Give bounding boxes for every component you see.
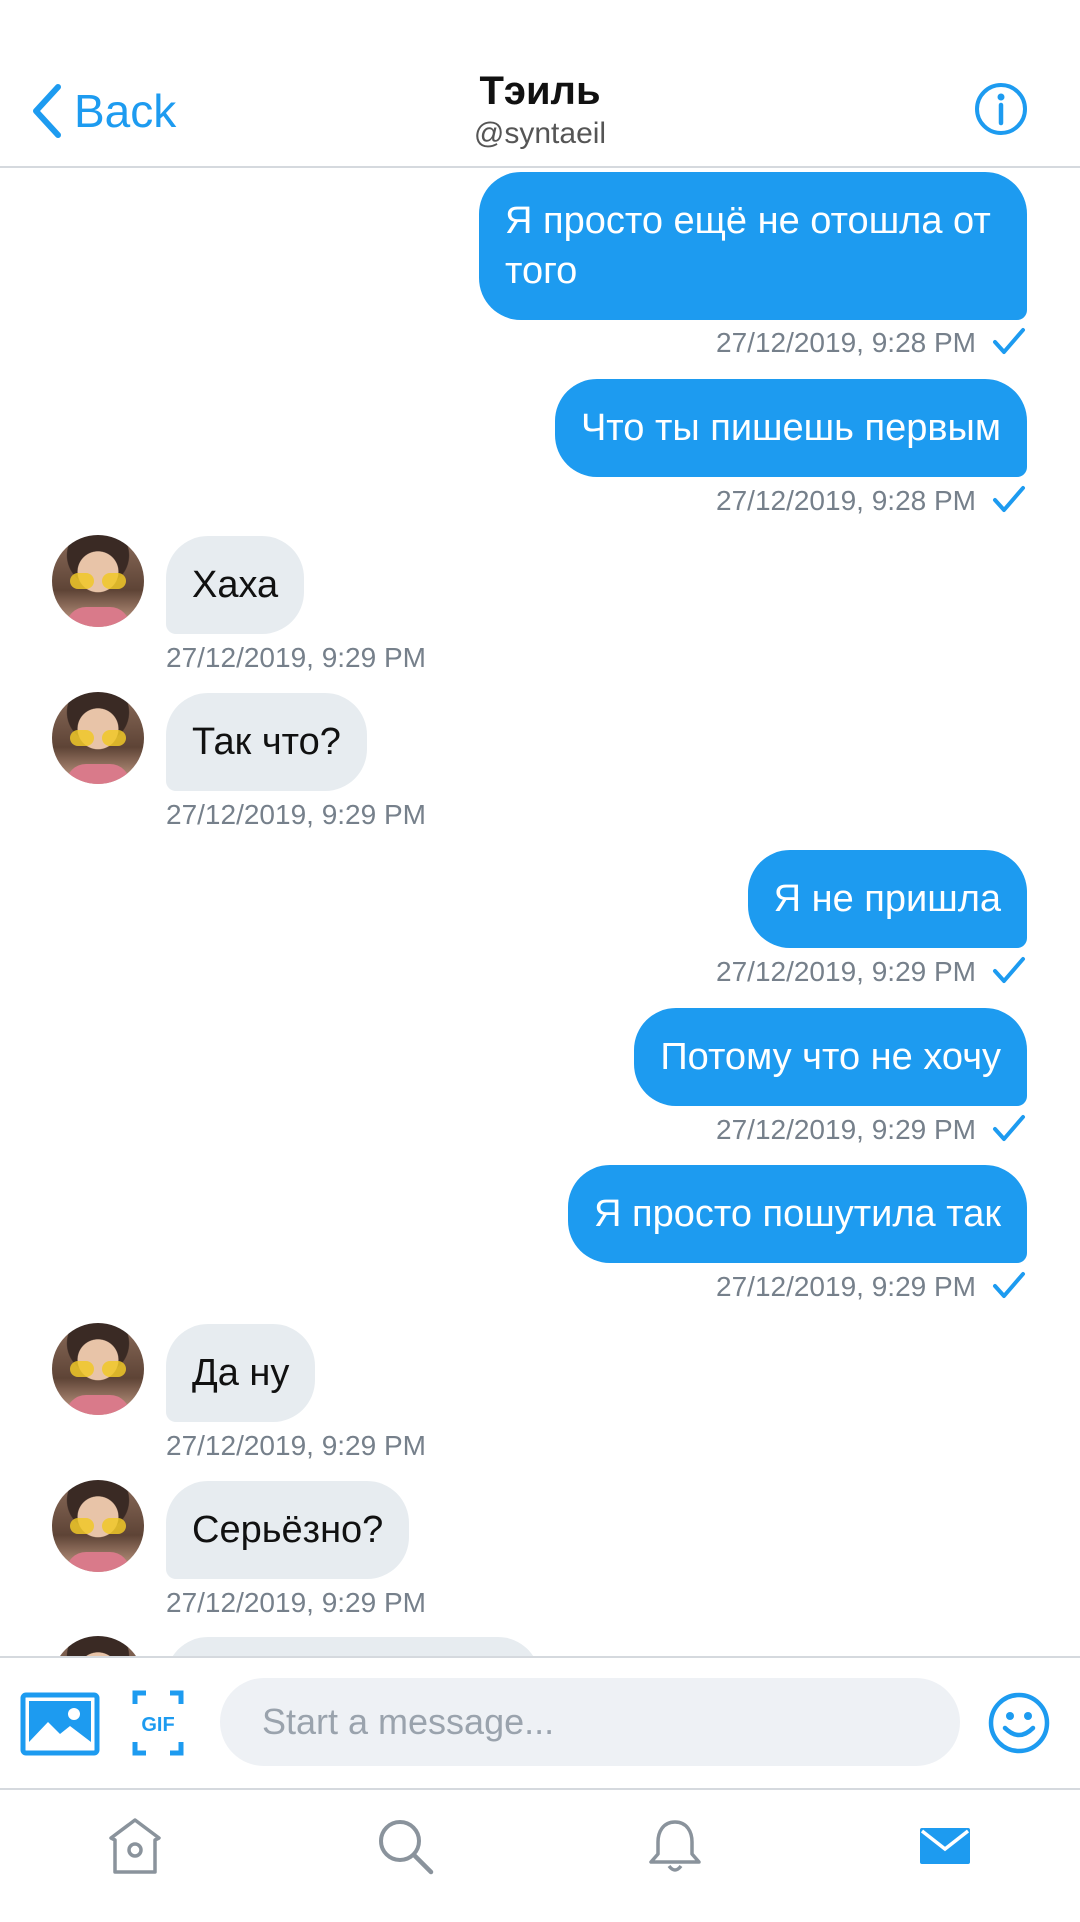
incoming-message-partial[interactable]	[166, 1637, 540, 1656]
message-timestamp: 27/12/2019, 9:29 PM	[716, 1271, 976, 1302]
tab-messages[interactable]	[915, 1816, 975, 1876]
message-timestamp: 27/12/2019, 9:29 PM	[166, 1430, 426, 1461]
smiley-icon[interactable]	[988, 1692, 1050, 1754]
message-timestamp: 27/12/2019, 9:29 PM	[166, 1587, 426, 1618]
search-icon	[379, 1820, 434, 1875]
checkmark-icon	[993, 1115, 1025, 1141]
incoming-message[interactable]: Серьёзно?	[166, 1481, 410, 1579]
outgoing-message[interactable]: Я просто пошутила так	[568, 1165, 1027, 1263]
message-timestamp: 27/12/2019, 9:28 PM	[716, 327, 976, 358]
avatar[interactable]	[52, 535, 144, 627]
avatar[interactable]	[52, 1636, 144, 1656]
avatar[interactable]	[52, 1480, 144, 1572]
tab-notifications[interactable]	[645, 1816, 705, 1876]
message-timestamp: 27/12/2019, 9:29 PM	[716, 956, 976, 987]
avatar[interactable]	[52, 1323, 144, 1415]
outgoing-message[interactable]: Что ты пишешь первым	[554, 379, 1027, 477]
tab-bar	[0, 1788, 1080, 1922]
info-button[interactable]	[974, 82, 1028, 136]
image-icon[interactable]	[20, 1692, 100, 1756]
checkmark-icon	[993, 486, 1025, 512]
outgoing-message[interactable]: Потому что не хочу	[634, 1008, 1027, 1106]
tab-home[interactable]	[105, 1816, 165, 1876]
checkmark-icon	[993, 328, 1025, 354]
conversation-header: Back Тэиль @syntaeil	[0, 0, 1080, 168]
info-icon	[975, 83, 1027, 135]
mail-icon	[920, 1828, 970, 1864]
home-icon	[109, 1818, 161, 1874]
message-input[interactable]	[220, 1678, 960, 1766]
avatar[interactable]	[52, 692, 144, 784]
message-timestamp: 27/12/2019, 9:28 PM	[716, 485, 976, 516]
outgoing-message[interactable]: Я не пришла	[747, 850, 1027, 948]
message-timestamp: 27/12/2019, 9:29 PM	[166, 642, 426, 673]
message-composer: GIF	[0, 1656, 1080, 1790]
conversation-handle: @syntaeil	[473, 117, 607, 150]
checkmark-icon	[993, 1272, 1025, 1298]
gif-button[interactable]: GIF	[132, 1690, 184, 1756]
gif-icon: GIF	[132, 1690, 184, 1756]
checkmark-icon	[993, 957, 1025, 983]
conversation-title-block: Тэиль @syntaeil	[0, 68, 1080, 154]
incoming-message[interactable]: Да ну	[166, 1324, 316, 1422]
message-timestamp: 27/12/2019, 9:29 PM	[716, 1114, 976, 1145]
message-timestamp: 27/12/2019, 9:29 PM	[166, 799, 426, 830]
tab-search[interactable]	[375, 1816, 435, 1876]
incoming-message[interactable]: Так что?	[166, 693, 367, 791]
conversation-title: Тэиль	[479, 69, 601, 113]
bell-icon	[649, 1820, 701, 1872]
outgoing-message[interactable]: Я просто ещё не отошла от того	[479, 172, 1027, 320]
incoming-message[interactable]: Хаха	[166, 536, 305, 634]
gif-label: GIF	[141, 1714, 174, 1736]
message-thread[interactable]: Я просто ещё не отошла от того 27/12/201…	[0, 168, 1080, 1656]
